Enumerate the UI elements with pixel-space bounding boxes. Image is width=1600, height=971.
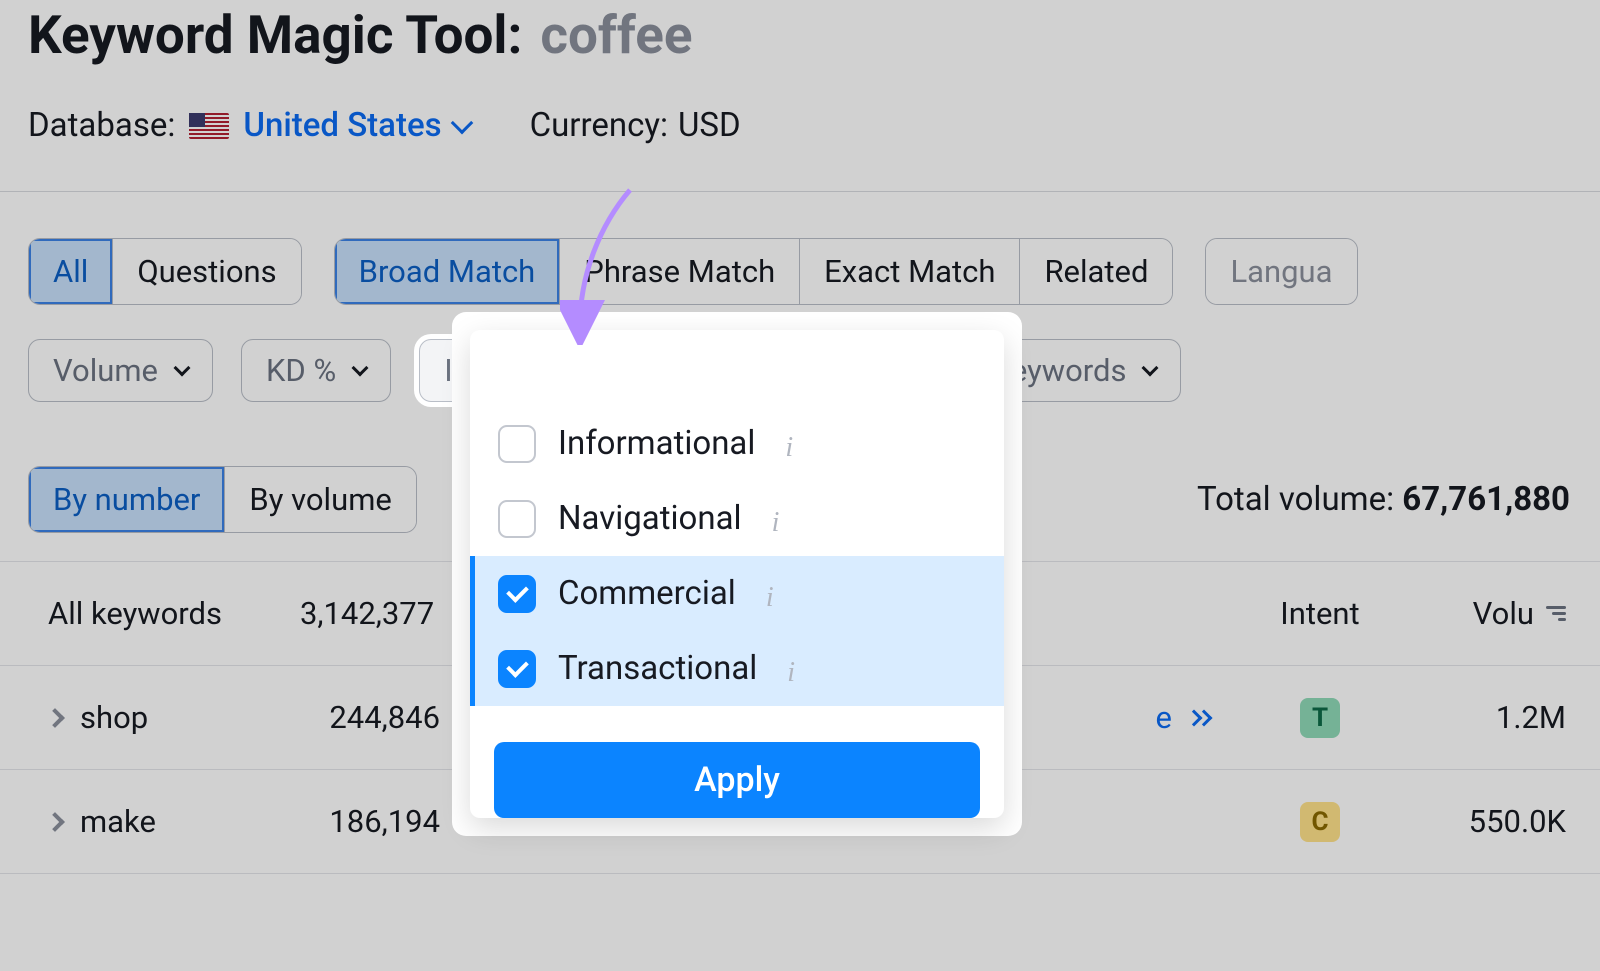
tab-by-volume[interactable]: By volume [225,467,415,532]
tab-language[interactable]: Langua [1206,239,1356,304]
keyword-cell: shop [80,699,148,736]
intent-badge-transactional: T [1300,698,1340,738]
volume-cell: 1.2M [1496,699,1566,736]
intent-badge-commercial: C [1300,802,1340,842]
checkbox-checked-icon[interactable] [498,575,536,613]
tab-phrase-match[interactable]: Phrase Match [560,239,800,304]
currency-value: USD [678,106,741,145]
chevron-down-icon [352,359,369,376]
total-volume-label: Total volume: [1197,480,1394,519]
intent-option-commercial[interactable]: Commercial i [470,556,1004,631]
info-icon[interactable]: i [787,657,797,681]
view-toggle: By number By volume [28,466,417,533]
filter-kd-label: KD % [266,352,336,389]
database-label: Database: [28,106,175,145]
currency-label: Currency: [530,106,668,145]
col-header-count: 3,142,377 [300,595,434,632]
currency-display: Currency: USD [530,106,741,145]
intent-option-label: Informational [558,424,755,463]
expand-icon[interactable] [45,708,65,728]
checkbox-unchecked-icon[interactable] [498,500,536,538]
tab-questions[interactable]: Questions [113,239,300,304]
col-header-keywords: All keywords [48,595,222,632]
total-volume-value: 67,761,880 [1402,480,1570,519]
sort-desc-icon [1546,606,1566,621]
database-value: United States [243,106,441,145]
divider [0,191,1600,192]
intent-option-transactional[interactable]: Transactional i [470,631,1004,706]
keyword-count: 186,194 [329,803,440,840]
double-chevron-right-icon[interactable] [1190,712,1210,724]
intent-option-label: Transactional [558,649,757,688]
filter-volume-label: Volume [53,352,158,389]
tab-all[interactable]: All [29,239,113,304]
mode-toggle: All Questions [28,238,302,305]
intent-option-informational[interactable]: Informational i [470,406,1004,481]
chevron-down-icon [1142,359,1159,376]
apply-button[interactable]: Apply [494,742,980,818]
volume-cell: 550.0K [1469,803,1566,840]
info-icon[interactable]: i [772,507,782,531]
checkbox-checked-icon[interactable] [498,650,536,688]
tab-broad-match[interactable]: Broad Match [335,239,561,304]
checkbox-unchecked-icon[interactable] [498,425,536,463]
tab-by-number[interactable]: By number [29,467,225,532]
col-header-volume-label: Volu [1473,595,1534,632]
keyword-count: 244,846 [329,699,440,736]
col-header-intent[interactable]: Intent [1240,595,1400,632]
info-icon[interactable]: i [785,432,795,456]
intent-dropdown: Informational i Navigational i Commercia… [470,330,1004,818]
database-picker[interactable]: Database: United States [28,106,470,145]
filter-volume[interactable]: Volume [28,339,213,402]
filter-kd[interactable]: KD % [241,339,391,402]
col-header-volume[interactable]: Volu [1400,595,1600,632]
page-title: Keyword Magic Tool: [28,4,522,66]
chevron-down-icon [173,359,190,376]
expand-icon[interactable] [45,812,65,832]
intent-option-label: Commercial [558,574,736,613]
keyword-link-fragment[interactable]: e [1156,699,1172,736]
keyword-cell: make [80,803,156,840]
total-volume: Total volume: 67,761,880 [1197,480,1600,519]
intent-option-navigational[interactable]: Navigational i [470,481,1004,556]
match-toggle: Broad Match Phrase Match Exact Match Rel… [334,238,1174,305]
tab-related[interactable]: Related [1020,239,1172,304]
language-toggle: Langua [1205,238,1357,305]
us-flag-icon [189,113,229,139]
intent-option-label: Navigational [558,499,742,538]
chevron-down-icon [450,111,473,134]
tab-exact-match[interactable]: Exact Match [800,239,1020,304]
info-icon[interactable]: i [766,582,776,606]
page-title-query: coffee [540,4,692,66]
